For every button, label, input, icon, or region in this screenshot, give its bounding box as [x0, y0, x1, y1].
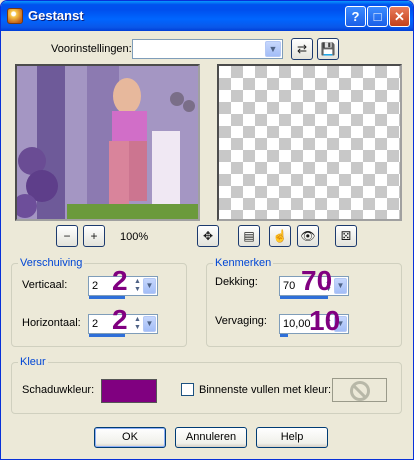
vertical-overlay-number: 2: [112, 265, 128, 296]
help-button[interactable]: Help: [256, 427, 328, 448]
maximize-button[interactable]: □: [367, 6, 388, 27]
opacity-slider[interactable]: [280, 296, 328, 299]
preview-image: [17, 66, 198, 219]
reset-arrow-icon[interactable]: ⇄: [291, 38, 313, 60]
vertical-slider[interactable]: [89, 296, 125, 299]
offset-group-title: Verschuiving: [18, 257, 85, 269]
spin-updown-icon[interactable]: ▲ ▼: [132, 278, 143, 294]
source-preview[interactable]: [15, 64, 200, 221]
chevron-down-icon[interactable]: ▼: [143, 316, 156, 332]
blur-overlay-number: 10: [309, 305, 341, 336]
pan-move-icon[interactable]: ✥: [197, 225, 219, 247]
blur-value: 10,00: [283, 318, 311, 330]
blur-slider[interactable]: [280, 334, 288, 337]
horizontal-label: Horizontaal:: [22, 317, 81, 329]
shadow-color-swatch[interactable]: [101, 379, 157, 403]
auto-proof-icon[interactable]: ☝: [269, 225, 291, 247]
spin-updown-icon[interactable]: ▲ ▼: [132, 316, 143, 332]
vertical-value: 2: [92, 280, 99, 292]
opacity-overlay-number: 70: [301, 265, 333, 296]
horizontal-value: 2: [92, 318, 99, 330]
fill-inner-checkbox[interactable]: [181, 383, 194, 396]
opacity-label: Dekking:: [215, 276, 258, 288]
chevron-down-icon[interactable]: ▼: [265, 41, 281, 57]
zoom-level: 100%: [120, 231, 149, 243]
shadow-color-label: Schaduwkleur:: [22, 384, 95, 396]
close-button[interactable]: ✕: [389, 6, 410, 27]
presets-label: Voorinstellingen:: [51, 43, 132, 55]
vertical-label: Verticaal:: [22, 279, 68, 291]
eye-preview-icon[interactable]: 👁: [297, 225, 319, 247]
fill-inner-label: Binnenste vullen met kleur:: [199, 384, 332, 396]
cancel-button[interactable]: Annuleren: [175, 427, 247, 448]
result-preview: [217, 64, 402, 221]
fill-color-swatch[interactable]: [332, 378, 387, 402]
zoom-in-icon[interactable]: +: [83, 225, 105, 247]
chevron-down-icon[interactable]: ▼: [143, 278, 156, 294]
proof-toggle-icon[interactable]: ▤: [238, 225, 260, 247]
save-disk-icon[interactable]: 💾: [317, 38, 339, 60]
chevron-down-icon[interactable]: ▼: [334, 278, 347, 294]
app-icon: [7, 8, 23, 24]
help-title-button[interactable]: ?: [345, 6, 366, 27]
zoom-out-icon[interactable]: −: [56, 225, 78, 247]
randomize-dice-icon[interactable]: ⚄: [335, 225, 357, 247]
title-bar[interactable]: Gestanst ? □ ✕: [1, 1, 413, 31]
dialog-window: Gestanst ? □ ✕ Voorinstellingen: ▼ ⇄ 💾 −…: [0, 0, 414, 460]
window-title: Gestanst: [28, 8, 84, 23]
ok-button[interactable]: OK: [94, 427, 166, 448]
no-sign-icon: [350, 381, 370, 401]
horizontal-overlay-number: 2: [112, 304, 128, 335]
color-group-title: Kleur: [18, 356, 48, 368]
opacity-value: 70: [283, 280, 296, 292]
properties-group-title: Kenmerken: [213, 257, 274, 269]
presets-dropdown[interactable]: ▼: [132, 39, 283, 59]
blur-label: Vervaging:: [215, 315, 267, 327]
